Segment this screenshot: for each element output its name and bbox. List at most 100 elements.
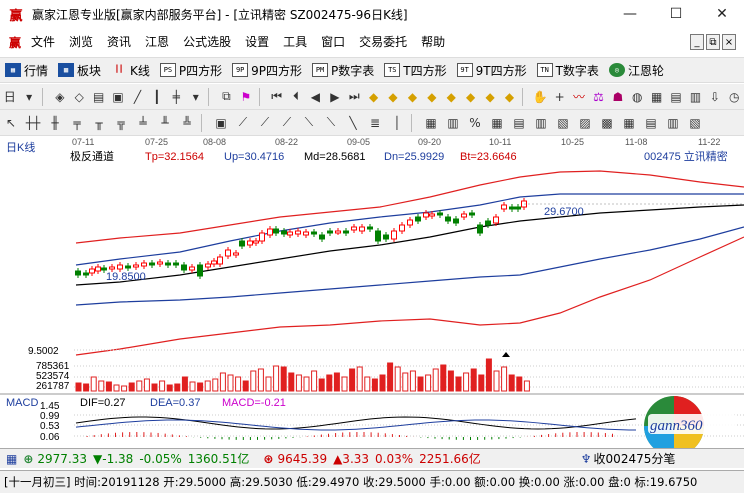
- volume-bar: [356, 366, 363, 392]
- box-icon[interactable]: ▣: [211, 113, 231, 133]
- tiles-icon-8[interactable]: ▤: [641, 113, 661, 133]
- menu-trade[interactable]: 交易委托: [352, 30, 414, 54]
- next-icon[interactable]: ▶: [326, 87, 343, 107]
- zoom-icon[interactable]: ◈: [51, 87, 68, 107]
- toolbar-kline-button[interactable]: ┃┃ K线: [106, 59, 155, 81]
- menu-news[interactable]: 资讯: [100, 30, 138, 54]
- toolbar-9tsquare-button[interactable]: 9T 9T四方形: [452, 59, 532, 81]
- tiles-icon-10[interactable]: ▧: [685, 113, 705, 133]
- fan-icon-2[interactable]: ⟋: [255, 113, 275, 133]
- last-icon[interactable]: ⏭: [346, 87, 363, 107]
- app-logo-icon-small[interactable]: 赢: [6, 33, 24, 51]
- menu-tools[interactable]: 工具: [276, 30, 314, 54]
- mdi-close-button[interactable]: ×: [722, 34, 736, 50]
- tiles-icon-5[interactable]: ▨: [575, 113, 595, 133]
- tiles-icon-1[interactable]: ▦: [487, 113, 507, 133]
- mdi-restore-button[interactable]: ⧉: [706, 34, 720, 50]
- tiles-icon-2[interactable]: ▤: [509, 113, 529, 133]
- diamond-icon-1[interactable]: ◆: [365, 87, 382, 107]
- fib-icon[interactable]: ▥: [443, 113, 463, 133]
- toolbar-wheel-button[interactable]: ◎ 江恩轮: [604, 59, 669, 81]
- percent-icon[interactable]: %: [465, 113, 485, 133]
- separator: [411, 113, 417, 132]
- table-icon[interactable]: ▥: [687, 87, 704, 107]
- tiles-icon-9[interactable]: ▥: [663, 113, 683, 133]
- fork-icon-1[interactable]: ╤: [67, 113, 87, 133]
- diamond-icon-5[interactable]: ◆: [443, 87, 460, 107]
- page-icon[interactable]: ▤: [667, 87, 684, 107]
- tiles-icon-3[interactable]: ▥: [531, 113, 551, 133]
- hand-icon[interactable]: ✋: [532, 87, 549, 107]
- diamond-icon-7[interactable]: ◆: [481, 87, 498, 107]
- period-day-icon[interactable]: 日: [1, 87, 18, 107]
- multi-chart-icon[interactable]: ⧉: [218, 87, 235, 107]
- fork-icon-3[interactable]: ╦: [111, 113, 131, 133]
- bar-chart-icon[interactable]: ┃: [148, 87, 165, 107]
- first-icon[interactable]: ⏮: [268, 87, 285, 107]
- menu-window[interactable]: 窗口: [314, 30, 352, 54]
- tp-value: Tp=32.1564: [145, 151, 204, 163]
- ruler-icon[interactable]: ▦: [421, 113, 441, 133]
- tiles-icon-7[interactable]: ▦: [619, 113, 639, 133]
- fan-icon-1[interactable]: ⟋: [233, 113, 253, 133]
- toolbar-ttable-button[interactable]: TN T数字表: [532, 59, 604, 81]
- parallel-icon[interactable]: ≣: [365, 113, 385, 133]
- close-button[interactable]: ✕: [702, 0, 742, 28]
- diamond-icon-2[interactable]: ◆: [384, 87, 401, 107]
- prev-icon[interactable]: ◀: [307, 87, 324, 107]
- menu-browse[interactable]: 浏览: [62, 30, 100, 54]
- fan-icon-6[interactable]: ╲: [343, 113, 363, 133]
- toolbar-9psquare-button[interactable]: 9P 9P四方形: [227, 59, 307, 81]
- toolbar-psquare-button[interactable]: PS P四方形: [155, 59, 227, 81]
- prev-page-icon[interactable]: ⏴: [287, 87, 304, 107]
- ticker-text[interactable]: 收002475分笔: [594, 450, 676, 467]
- fork-icon-2[interactable]: ╥: [89, 113, 109, 133]
- wave-icon[interactable]: 〰: [570, 87, 587, 107]
- mdi-minimize-button[interactable]: _: [690, 34, 704, 50]
- fork-icon-6[interactable]: ╩: [177, 113, 197, 133]
- kline-chart[interactable]: 07-11 07-25 08-08 08-22 09-05 09-20 10-11 10-25…: [0, 137, 744, 447]
- flag-icon[interactable]: ⚑: [237, 87, 254, 107]
- diamond-icon-3[interactable]: ◆: [404, 87, 421, 107]
- tiles-icon-4[interactable]: ▧: [553, 113, 573, 133]
- toolbar-tsquare-button[interactable]: TS T四方形: [379, 59, 451, 81]
- minimize-button[interactable]: —: [610, 0, 650, 28]
- chart-panel[interactable]: 07-11 07-25 08-08 08-22 09-05 09-20 10-11 10-25…: [0, 137, 744, 447]
- arrow-down-doc-icon[interactable]: ⇩: [706, 87, 723, 107]
- timer-icon[interactable]: ◷: [726, 87, 743, 107]
- menu-gann[interactable]: 江恩: [138, 30, 176, 54]
- candle-icon[interactable]: ╪: [168, 87, 185, 107]
- calendar-icon[interactable]: ▦: [648, 87, 665, 107]
- toolbar-quotes-button[interactable]: ▦ 行情: [0, 59, 53, 81]
- diamond-icon-6[interactable]: ◆: [462, 87, 479, 107]
- fan-icon-5[interactable]: ⟍: [321, 113, 341, 133]
- fan-icon-4[interactable]: ⟍: [299, 113, 319, 133]
- diamond-icon-4[interactable]: ◆: [423, 87, 440, 107]
- dropdown-arrow-icon-2[interactable]: ▾: [187, 87, 204, 107]
- bag-icon[interactable]: ◍: [629, 87, 646, 107]
- tiles-icon-6[interactable]: ▩: [597, 113, 617, 133]
- menu-file[interactable]: 文件: [24, 30, 62, 54]
- bear-icon[interactable]: ☗: [609, 87, 626, 107]
- menu-settings[interactable]: 设置: [238, 30, 276, 54]
- bars-icon-2[interactable]: ╫: [45, 113, 65, 133]
- fork-icon-5[interactable]: ╨: [155, 113, 175, 133]
- line-chart-icon[interactable]: ╱: [129, 87, 146, 107]
- maximize-button[interactable]: ☐: [656, 0, 696, 28]
- fan-icon-3[interactable]: ⟋: [277, 113, 297, 133]
- bars-icon-1[interactable]: ┼┼: [23, 113, 43, 133]
- doc-icon[interactable]: ▣: [109, 87, 126, 107]
- dropdown-arrow-icon[interactable]: ▾: [20, 87, 37, 107]
- toolbar-ptable-button[interactable]: PM P数字表: [307, 59, 379, 81]
- line-icon[interactable]: │: [387, 113, 407, 133]
- diamond-icon-8[interactable]: ◆: [501, 87, 518, 107]
- menu-help[interactable]: 帮助: [414, 30, 452, 54]
- toolbar-sectors-button[interactable]: ▩ 板块: [53, 59, 106, 81]
- cursor-icon[interactable]: ↖: [1, 113, 21, 133]
- fork-icon-4[interactable]: ╧: [133, 113, 153, 133]
- grid-toggle-icon[interactable]: ▤: [90, 87, 107, 107]
- menu-formula[interactable]: 公式选股: [176, 30, 238, 54]
- crosshair-icon[interactable]: +: [551, 87, 568, 107]
- balance-icon[interactable]: ⚖: [590, 87, 607, 107]
- fit-icon[interactable]: ◇: [71, 87, 88, 107]
